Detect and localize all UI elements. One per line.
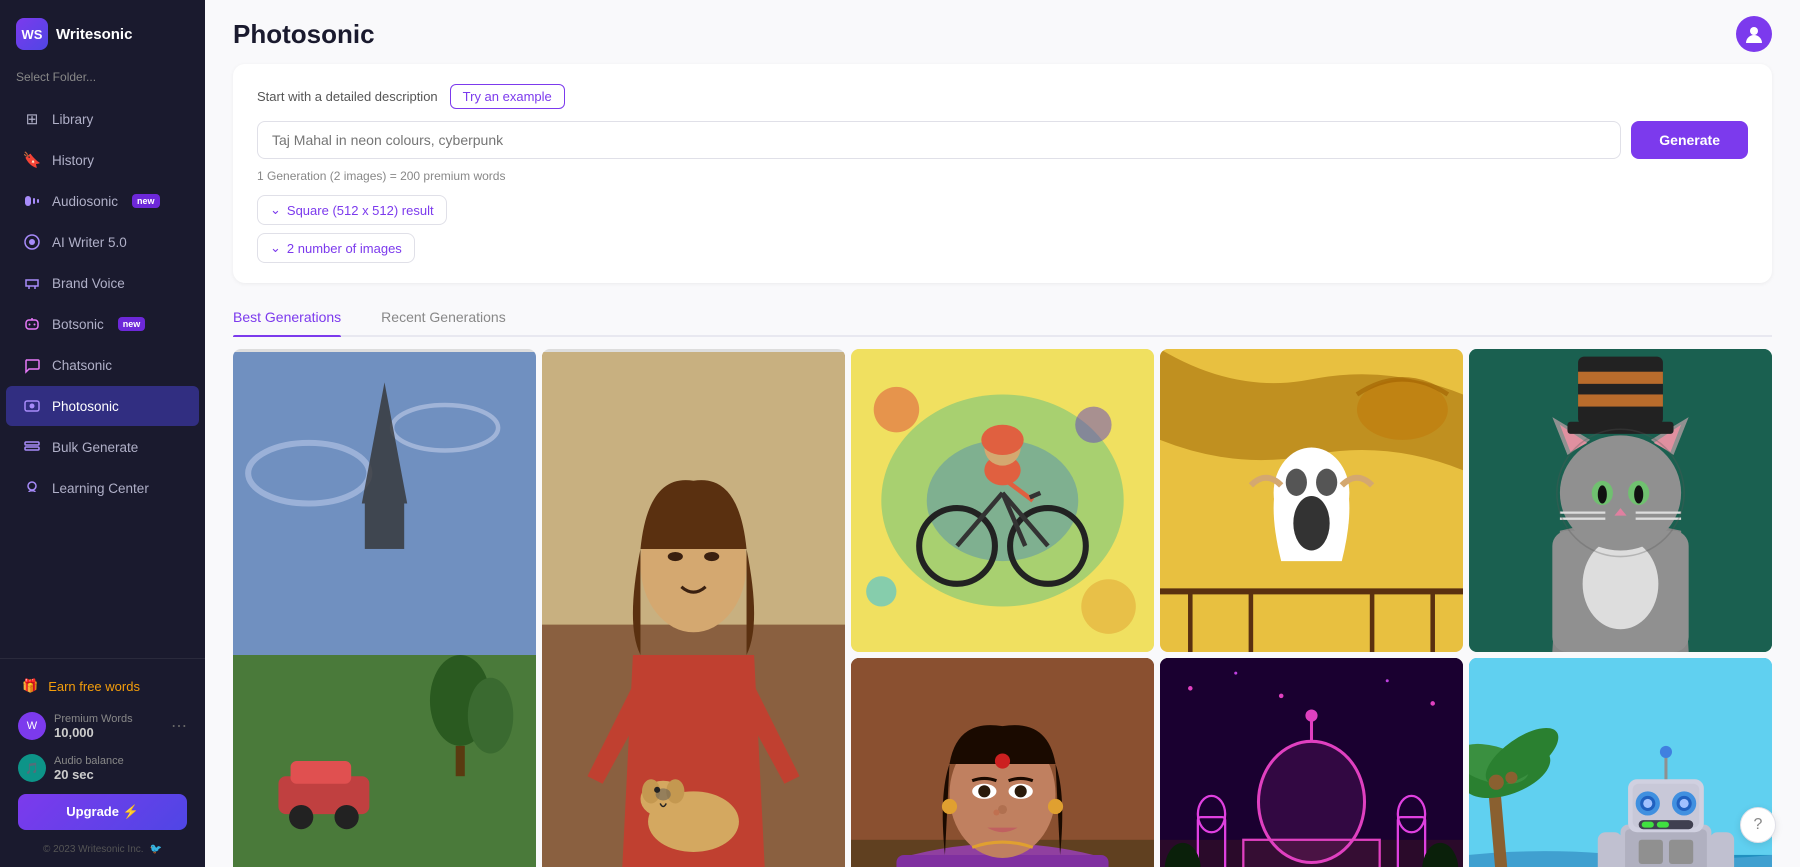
chevron-down-icon: ⌄ bbox=[270, 202, 281, 218]
premium-words-dot: W bbox=[18, 712, 46, 740]
tab-best-generations[interactable]: Best Generations bbox=[233, 299, 341, 335]
gallery-image-robot[interactable] bbox=[1469, 658, 1772, 867]
sidebar-item-learning-center[interactable]: Learning Center bbox=[6, 468, 199, 508]
user-avatar[interactable] bbox=[1736, 16, 1772, 52]
description-row: Start with a detailed description Try an… bbox=[257, 84, 1748, 109]
sidebar-item-label: Botsonic bbox=[52, 317, 104, 332]
gallery-image-cyclist[interactable] bbox=[851, 349, 1154, 652]
premium-words-label: Premium Words bbox=[54, 713, 133, 725]
bulk-generate-icon bbox=[22, 437, 42, 457]
help-button[interactable]: ? bbox=[1740, 807, 1776, 843]
sidebar-item-label: Photosonic bbox=[52, 399, 119, 414]
sidebar-item-bulk-generate[interactable]: Bulk Generate bbox=[6, 427, 199, 467]
twitter-icon[interactable]: 🐦 bbox=[150, 844, 162, 855]
premium-words-row: W Premium Words 10,000 ⋯ bbox=[6, 706, 199, 746]
photosonic-icon bbox=[22, 396, 42, 416]
earn-icon: 🎁 bbox=[22, 678, 38, 694]
botsonic-badge: new bbox=[118, 317, 146, 331]
chevron-down-icon: ⌄ bbox=[270, 240, 281, 256]
gallery-image-eiffel[interactable] bbox=[233, 349, 536, 867]
size-option-label: Square (512 x 512) result bbox=[287, 203, 434, 218]
sidebar-item-photosonic[interactable]: Photosonic bbox=[6, 386, 199, 426]
premium-words-value: 10,000 bbox=[54, 725, 133, 740]
ai-writer-icon bbox=[22, 232, 42, 252]
sidebar: WS Writesonic Select Folder... ⊞ Library… bbox=[0, 0, 205, 867]
sidebar-item-label: History bbox=[52, 153, 94, 168]
sidebar-logo: WS Writesonic bbox=[0, 0, 205, 64]
main-header: Photosonic bbox=[205, 0, 1800, 52]
gallery-image-woman[interactable] bbox=[851, 658, 1154, 867]
generation-panel: Start with a detailed description Try an… bbox=[233, 64, 1772, 283]
gallery bbox=[205, 337, 1800, 867]
earn-free-words-label: Earn free words bbox=[48, 679, 140, 694]
audio-balance-info: 🎵 Audio balance 20 sec bbox=[18, 754, 124, 782]
gallery-image-cat[interactable] bbox=[1469, 349, 1772, 652]
earn-free-words-item[interactable]: 🎁 Earn free words bbox=[6, 668, 199, 704]
sidebar-item-ai-writer[interactable]: AI Writer 5.0 bbox=[6, 222, 199, 262]
count-option-button[interactable]: ⌄ 2 number of images bbox=[257, 233, 415, 263]
audio-balance-dot: 🎵 bbox=[18, 754, 46, 782]
try-example-button[interactable]: Try an example bbox=[450, 84, 565, 109]
sidebar-item-label: Chatsonic bbox=[52, 358, 112, 373]
generation-options: ⌄ Square (512 x 512) result ⌄ 2 number o… bbox=[257, 195, 1748, 263]
tabs-row: Best Generations Recent Generations bbox=[233, 299, 1772, 337]
generate-button[interactable]: Generate bbox=[1631, 121, 1748, 159]
brand-voice-icon bbox=[22, 273, 42, 293]
upgrade-button[interactable]: Upgrade ⚡ bbox=[18, 794, 187, 830]
gallery-image-jesus[interactable] bbox=[542, 349, 845, 867]
audiosonic-badge: new bbox=[132, 194, 160, 208]
tab-recent-generations[interactable]: Recent Generations bbox=[381, 299, 506, 335]
sidebar-item-label: AI Writer 5.0 bbox=[52, 235, 127, 250]
sidebar-item-audiosonic[interactable]: Audiosonic new bbox=[6, 181, 199, 221]
chatsonic-icon bbox=[22, 355, 42, 375]
audio-balance-value: 20 sec bbox=[54, 767, 124, 782]
library-icon: ⊞ bbox=[22, 109, 42, 129]
history-icon: 🔖 bbox=[22, 150, 42, 170]
sidebar-item-label: Learning Center bbox=[52, 481, 149, 496]
logo-icon: WS bbox=[16, 18, 48, 50]
learning-center-icon bbox=[22, 478, 42, 498]
page-title: Photosonic bbox=[233, 19, 375, 50]
footer: © 2023 Writesonic Inc. 🐦 bbox=[6, 840, 199, 861]
logo-text: Writesonic bbox=[56, 26, 132, 43]
gallery-image-scream[interactable] bbox=[1160, 349, 1463, 652]
size-option-button[interactable]: ⌄ Square (512 x 512) result bbox=[257, 195, 447, 225]
sidebar-item-history[interactable]: 🔖 History bbox=[6, 140, 199, 180]
footer-text: © 2023 Writesonic Inc. bbox=[43, 844, 144, 855]
generation-input[interactable] bbox=[257, 121, 1621, 159]
sidebar-item-label: Bulk Generate bbox=[52, 440, 138, 455]
sidebar-item-label: Audiosonic bbox=[52, 194, 118, 209]
input-row: Generate bbox=[257, 121, 1748, 159]
count-option-label: 2 number of images bbox=[287, 241, 402, 256]
generation-cost: 1 Generation (2 images) = 200 premium wo… bbox=[257, 169, 1748, 183]
sidebar-item-botsonic[interactable]: Botsonic new bbox=[6, 304, 199, 344]
gallery-image-taj[interactable] bbox=[1160, 658, 1463, 867]
sidebar-item-chatsonic[interactable]: Chatsonic bbox=[6, 345, 199, 385]
main-content: Photosonic Start with a detailed descrip… bbox=[205, 0, 1800, 867]
botsonic-icon bbox=[22, 314, 42, 334]
audio-balance-row: 🎵 Audio balance 20 sec bbox=[6, 748, 199, 788]
desc-label: Start with a detailed description bbox=[257, 89, 438, 104]
sidebar-folder[interactable]: Select Folder... bbox=[0, 64, 205, 94]
sidebar-item-brand-voice[interactable]: Brand Voice bbox=[6, 263, 199, 303]
sidebar-bottom: 🎁 Earn free words W Premium Words 10,000… bbox=[0, 658, 205, 867]
premium-words-more[interactable]: ⋯ bbox=[171, 716, 187, 736]
audio-balance-label: Audio balance bbox=[54, 755, 124, 767]
sidebar-item-library[interactable]: ⊞ Library bbox=[6, 99, 199, 139]
sidebar-item-label: Library bbox=[52, 112, 93, 127]
premium-words-info: W Premium Words 10,000 bbox=[18, 712, 133, 740]
sidebar-nav: ⊞ Library 🔖 History Audiosonic new AI Wr… bbox=[0, 94, 205, 658]
audiosonic-icon bbox=[22, 191, 42, 211]
sidebar-item-label: Brand Voice bbox=[52, 276, 125, 291]
